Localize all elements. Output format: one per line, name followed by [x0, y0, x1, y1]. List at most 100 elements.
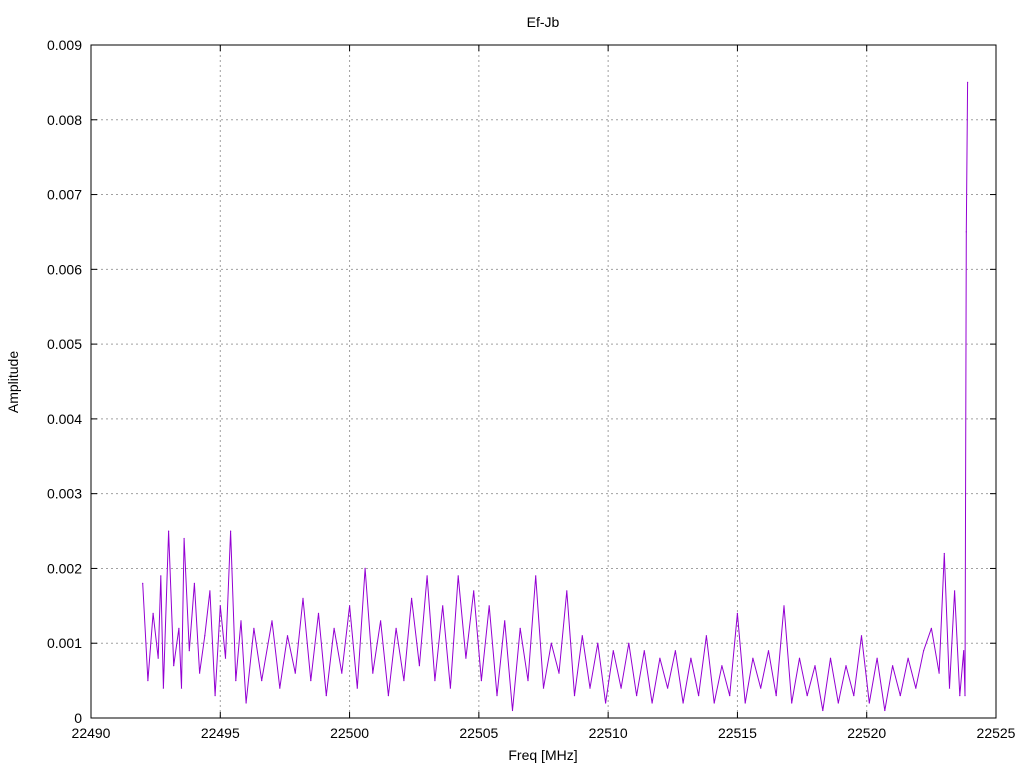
data-point [791, 702, 793, 704]
y-tick-label: 0.007 [47, 187, 82, 203]
series-line-0 [142, 82, 969, 711]
data-point [705, 635, 708, 637]
data-point [356, 687, 358, 689]
data-point [387, 695, 389, 697]
data-point [628, 642, 630, 644]
data-point [876, 657, 878, 659]
data-point [465, 657, 467, 659]
data-point [721, 665, 723, 667]
data-point [199, 672, 201, 674]
data-point [418, 665, 420, 667]
data-point [473, 590, 475, 592]
data-point [729, 695, 731, 697]
y-tick-label: 0.001 [47, 635, 82, 651]
data-point [325, 695, 327, 697]
y-tick-label: 0.005 [47, 336, 82, 352]
data-point [496, 695, 498, 697]
data-point [193, 582, 195, 585]
data-point [899, 695, 901, 697]
data-point [317, 612, 320, 614]
data-point [261, 680, 263, 682]
data-point [943, 552, 945, 555]
data-point [892, 665, 894, 667]
data-point [219, 605, 221, 607]
y-tick-label: 0.003 [47, 486, 82, 502]
data-point [581, 635, 583, 637]
data-point [271, 620, 273, 622]
data-point [294, 672, 296, 674]
x-tick-label: 22490 [72, 725, 111, 741]
data-point [923, 650, 925, 652]
data-point [636, 695, 638, 697]
data-point [157, 657, 159, 659]
data-point [938, 672, 940, 674]
data-point [643, 650, 645, 652]
data-point [535, 575, 537, 577]
data-point [240, 620, 242, 622]
data-point [907, 657, 909, 659]
x-tick-label: 22510 [589, 725, 628, 741]
data-point [214, 695, 216, 697]
data-point [504, 620, 506, 622]
data-point [426, 575, 428, 577]
data-point [605, 702, 607, 704]
data-point [519, 627, 521, 629]
data-point [822, 709, 824, 712]
data-point [829, 657, 832, 659]
data-point [806, 695, 808, 697]
data-point [411, 597, 413, 600]
x-tick-label: 22520 [847, 725, 886, 741]
data-point [372, 672, 374, 674]
chart-title: Ef-Jb [527, 14, 560, 30]
data-point [449, 687, 451, 689]
data-point [180, 687, 183, 689]
data-point [558, 672, 560, 674]
data-point [162, 687, 164, 689]
data-point [853, 695, 855, 697]
data-point [178, 627, 180, 629]
data-point [245, 702, 247, 704]
data-point [147, 680, 149, 682]
data-point [963, 650, 965, 652]
data-point [183, 537, 185, 540]
data-point [380, 620, 382, 622]
data-point [659, 657, 661, 659]
data-point [682, 702, 684, 704]
data-point [752, 657, 754, 659]
data-point [589, 687, 591, 689]
data-point [573, 695, 576, 697]
data-point [868, 702, 870, 704]
data-point [480, 680, 482, 682]
data-point [235, 680, 237, 682]
data-point [814, 665, 816, 667]
y-tick-label: 0.004 [47, 411, 82, 427]
data-point [597, 642, 599, 644]
data-point [736, 612, 739, 614]
data-point [930, 627, 933, 629]
chart: 22490 22495 22500 22505 22510 22515 22520 22525… [5, 14, 1016, 763]
data-point [302, 597, 304, 600]
x-tick-label: 22495 [201, 725, 240, 741]
data-point [160, 575, 162, 577]
data-point [527, 680, 529, 682]
y-tick-label: 0.002 [47, 560, 82, 576]
data-point [651, 702, 653, 704]
data-point [395, 627, 397, 629]
data-point [349, 605, 351, 607]
data-point [279, 687, 281, 689]
x-tick-label: 22505 [459, 725, 498, 741]
data-point [612, 650, 614, 652]
data-point [542, 687, 545, 689]
data-point [142, 582, 144, 585]
data-point [948, 687, 951, 689]
data-point [168, 530, 170, 532]
data-point [775, 695, 777, 697]
data-point [310, 680, 312, 682]
data-point [230, 530, 232, 532]
data-point [837, 702, 839, 704]
data-point [674, 650, 677, 652]
x-tick-label: 22515 [718, 725, 757, 741]
data-point [965, 231, 967, 233]
x-axis-label: Freq [MHz] [508, 747, 577, 763]
y-tick-label: 0.008 [47, 112, 82, 128]
